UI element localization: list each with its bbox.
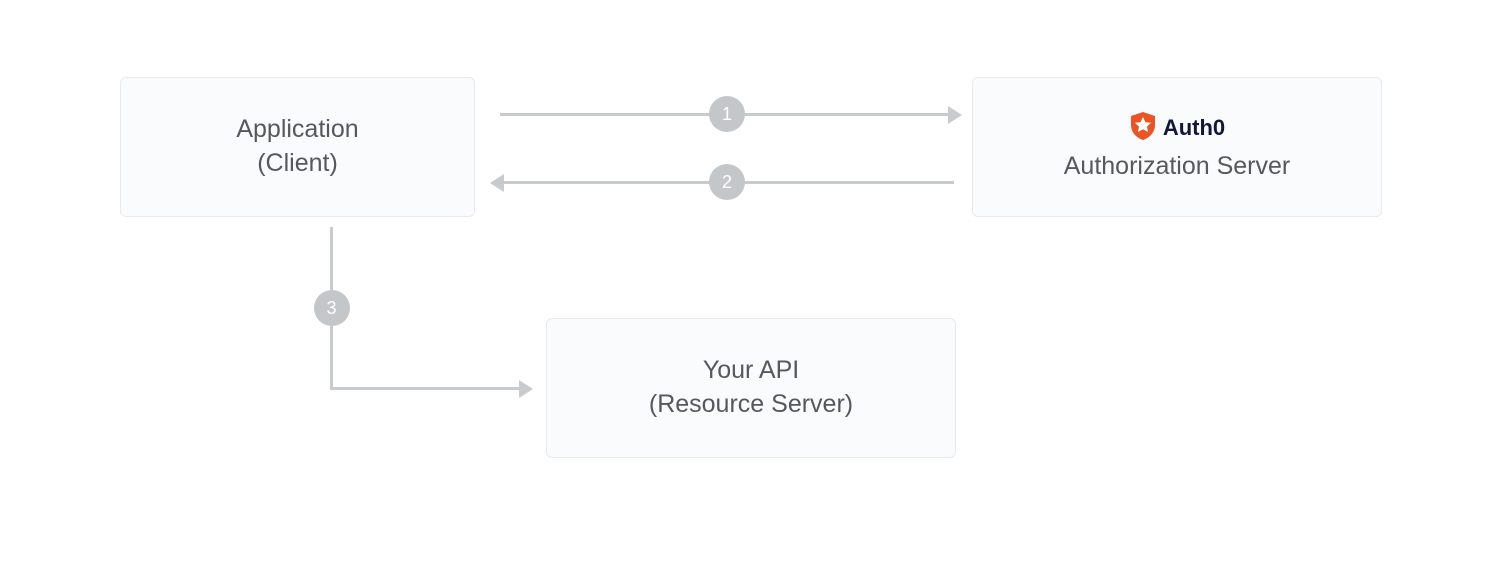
- step-badge-1-label: 1: [722, 104, 732, 125]
- node-authserver: Auth0 Authorization Server: [972, 77, 1382, 217]
- node-api-subtitle: (Resource Server): [649, 388, 853, 422]
- arrow-3-head-icon: [519, 380, 533, 398]
- auth0-logo-text: Auth0: [1163, 115, 1225, 141]
- node-client-title: Application: [236, 113, 358, 147]
- arrow-1-head-icon: [948, 106, 962, 124]
- arrow-2-head-icon: [490, 174, 504, 192]
- step-badge-1: 1: [709, 96, 745, 132]
- step-badge-2-label: 2: [722, 172, 732, 193]
- arrow-3-hline: [330, 387, 523, 390]
- node-client: Application (Client): [120, 77, 475, 217]
- node-client-subtitle: (Client): [257, 147, 338, 181]
- auth0-shield-icon: [1129, 111, 1157, 146]
- node-api-title: Your API: [703, 354, 799, 388]
- step-badge-2: 2: [709, 164, 745, 200]
- auth0-logo-row: Auth0: [1129, 111, 1225, 146]
- step-badge-3-label: 3: [326, 298, 336, 319]
- node-authserver-subtitle: Authorization Server: [1064, 150, 1291, 184]
- step-badge-3: 3: [314, 290, 350, 326]
- node-api: Your API (Resource Server): [546, 318, 956, 458]
